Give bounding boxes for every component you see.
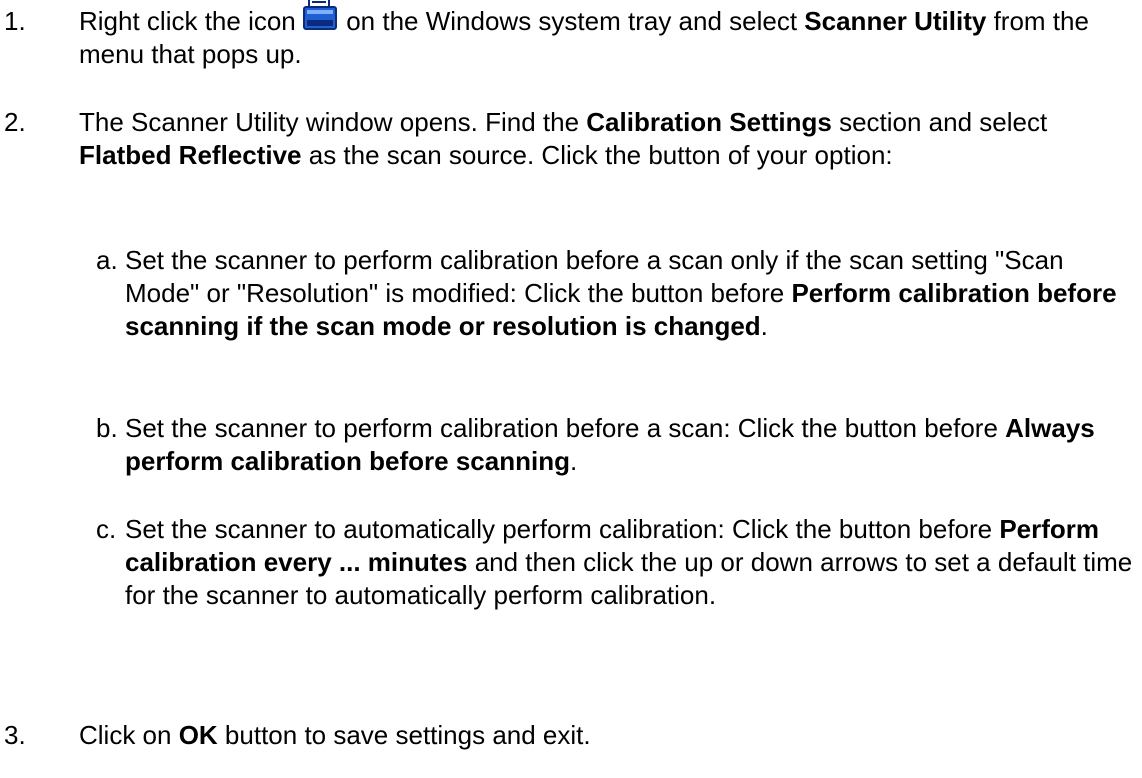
flatbed-reflective-label: Flatbed Reflective bbox=[79, 140, 302, 170]
option-text: Set the scanner to automatically perform… bbox=[125, 514, 1133, 610]
scanner-tray-icon bbox=[302, 0, 337, 33]
instruction-page: 1. Right click the icon on the Windows s… bbox=[0, 0, 1142, 778]
step-number: 3. bbox=[4, 720, 26, 750]
option-text: Set the scanner to perform calibration b… bbox=[125, 413, 1095, 476]
option-letter: a. bbox=[96, 245, 118, 275]
scanner-utility-label: Scanner Utility bbox=[804, 6, 987, 36]
option-letter: c. bbox=[96, 514, 117, 544]
option-letter: b. bbox=[96, 413, 118, 443]
step-text: Click on OK button to save settings and … bbox=[79, 720, 591, 750]
calibration-settings-label: Calibration Settings bbox=[586, 107, 832, 137]
step-text: Right click the icon on the Windows syst… bbox=[79, 0, 1139, 71]
step-number: 2. bbox=[4, 107, 26, 137]
step-number: 1. bbox=[4, 6, 26, 36]
step-text: The Scanner Utility window opens. Find t… bbox=[79, 107, 1048, 170]
option-text: Set the scanner to perform calibration b… bbox=[125, 245, 1117, 341]
ok-label: OK bbox=[178, 720, 218, 750]
